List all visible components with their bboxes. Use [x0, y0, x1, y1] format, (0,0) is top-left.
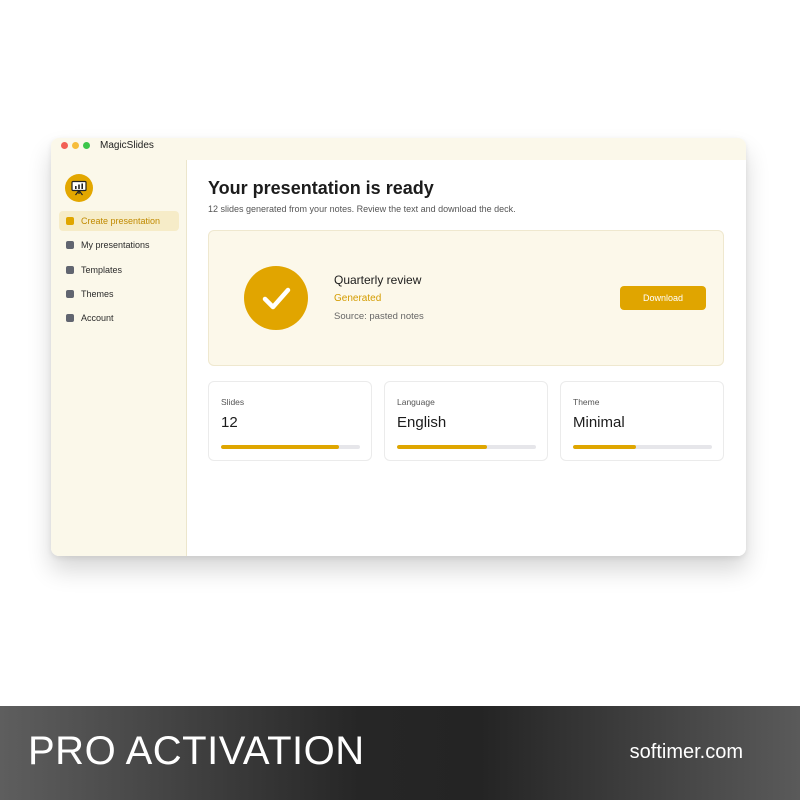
page-subtitle: 12 slides generated from your notes. Rev…: [208, 204, 516, 214]
sidebar-item-account[interactable]: Account: [59, 308, 179, 328]
stat-value: English: [397, 414, 447, 431]
stat-label: Language: [397, 397, 435, 407]
sidebar-item-themes[interactable]: Themes: [59, 284, 179, 304]
banner-title: PRO ACTIVATION: [28, 729, 365, 773]
nav-bullet-icon: [66, 289, 74, 298]
close-window-button[interactable]: [61, 142, 68, 149]
minimize-window-button[interactable]: [72, 142, 79, 149]
app-window: MagicSlides Create presentation My prese…: [51, 138, 746, 556]
nav-bullet-icon: [66, 314, 74, 323]
sidebar-item-templates[interactable]: Templates: [59, 260, 179, 280]
stat-value: 12: [221, 414, 238, 431]
main-content: Your presentation is ready 12 slides gen…: [187, 160, 746, 556]
page-title: Your presentation is ready: [208, 178, 434, 198]
stat-label: Theme: [573, 397, 600, 407]
stat-progress-fill: [221, 445, 340, 449]
app-title: MagicSlides: [100, 140, 154, 151]
sidebar-nav: Create presentation My presentations Tem…: [59, 211, 179, 332]
nav-bullet-icon: [66, 217, 74, 225]
stat-card-theme: Theme Minimal: [560, 381, 724, 461]
stat-card-language: Language English: [384, 381, 548, 461]
stat-value: Minimal: [573, 414, 625, 431]
banner-site: softimer.com: [629, 741, 743, 763]
result-card: Quarterly review Generated Source: paste…: [208, 230, 724, 366]
presentation-name: Quarterly review: [334, 273, 422, 287]
sidebar-item-label: Account: [81, 313, 114, 324]
stat-progress-track: [397, 445, 536, 449]
stat-progress-track: [221, 445, 360, 449]
stat-progress-fill: [397, 445, 488, 449]
presentation-board-icon: [65, 174, 93, 202]
sidebar: Create presentation My presentations Tem…: [51, 160, 187, 556]
sidebar-item-create-presentation[interactable]: Create presentation: [59, 211, 179, 231]
promo-banner: PRO ACTIVATION softimer.com: [0, 706, 800, 800]
sidebar-item-label: Themes: [81, 288, 114, 299]
nav-bullet-icon: [66, 241, 74, 250]
sidebar-item-my-presentations[interactable]: My presentations: [59, 235, 179, 255]
sidebar-item-label: Create presentation: [81, 216, 161, 226]
stat-card-slides: Slides 12: [208, 381, 372, 461]
title-bar: MagicSlides: [51, 138, 746, 160]
zoom-window-button[interactable]: [83, 142, 90, 149]
download-button[interactable]: Download: [620, 286, 706, 310]
source-text: Source: pasted notes: [334, 311, 424, 322]
nav-bullet-icon: [66, 265, 74, 274]
stat-progress-track: [573, 445, 712, 449]
stat-label: Slides: [221, 397, 245, 407]
stat-progress-fill: [573, 445, 636, 449]
screenshot-stage: MagicSlides Create presentation My prese…: [0, 0, 800, 800]
checkmark-icon: [244, 266, 308, 330]
status-text: Generated: [334, 293, 382, 304]
sidebar-item-label: My presentations: [81, 240, 150, 251]
sidebar-item-label: Templates: [81, 264, 123, 275]
